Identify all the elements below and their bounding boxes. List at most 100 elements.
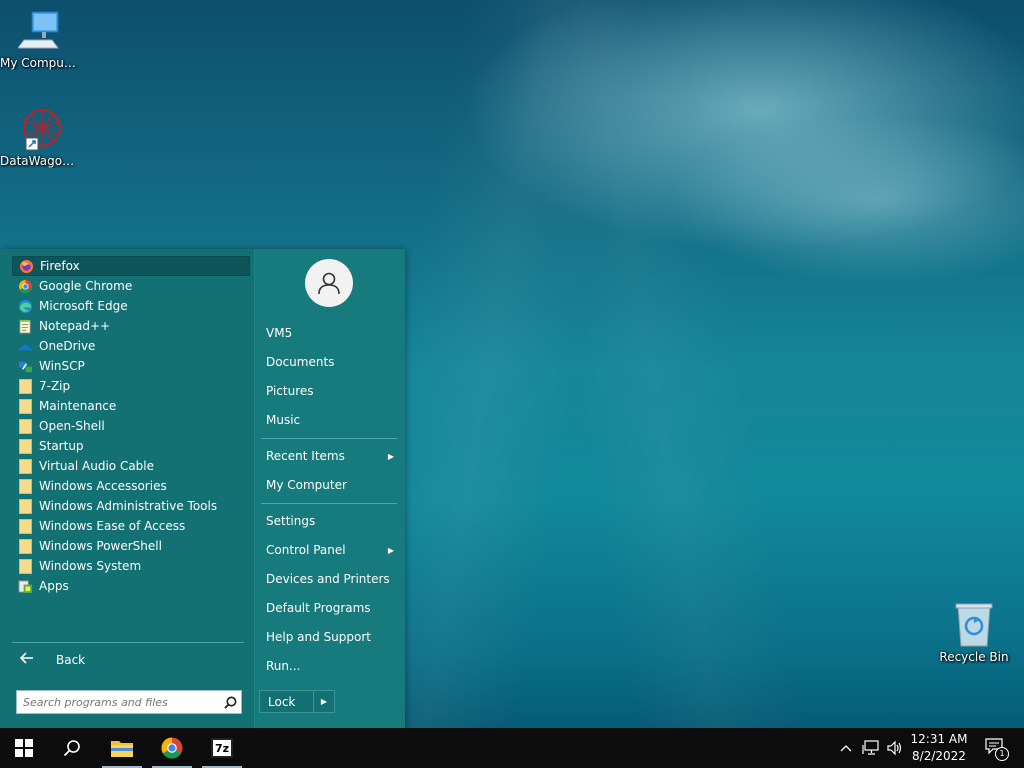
folder-icon bbox=[18, 558, 33, 574]
menu-item-user[interactable]: VM5 bbox=[266, 322, 398, 344]
menu-item-pictures[interactable]: Pictures bbox=[266, 380, 398, 402]
back-label: Back bbox=[56, 653, 86, 667]
notepad-plus-plus-icon bbox=[18, 319, 33, 334]
program-item-apps[interactable]: Apps bbox=[12, 576, 250, 596]
notification-icon: 1 bbox=[985, 738, 1009, 761]
menu-item-label: Control Panel bbox=[266, 543, 346, 557]
program-item-startup[interactable]: Startup bbox=[12, 436, 250, 456]
folder-icon bbox=[18, 478, 33, 494]
program-item-windows-ease-of-access[interactable]: Windows Ease of Access bbox=[12, 516, 250, 536]
menu-item-label: Recent Items bbox=[266, 449, 345, 463]
start-menu-programs-pane: Firefox Google Chrome Microsoft Edge Not… bbox=[0, 249, 254, 728]
folder-icon bbox=[18, 438, 33, 454]
folder-icon bbox=[18, 458, 33, 474]
lock-button-group: Lock ▶ bbox=[259, 690, 335, 713]
program-label: Virtual Audio Cable bbox=[39, 459, 155, 473]
program-label: 7-Zip bbox=[39, 379, 71, 393]
show-hidden-icons-button[interactable] bbox=[836, 728, 856, 768]
search-icon[interactable] bbox=[219, 696, 241, 709]
start-button[interactable] bbox=[0, 728, 48, 768]
back-button[interactable]: Back bbox=[12, 649, 248, 671]
chrome-icon bbox=[161, 737, 183, 759]
program-item-windows-powershell[interactable]: Windows PowerShell bbox=[12, 536, 250, 556]
program-item-firefox[interactable]: Firefox bbox=[12, 256, 250, 276]
program-item-maintenance[interactable]: Maintenance bbox=[12, 396, 250, 416]
separator bbox=[261, 438, 397, 439]
start-menu-places-pane: VM5 Documents Pictures Music Recent Item… bbox=[254, 249, 405, 728]
taskbar-7zip[interactable]: 7z bbox=[200, 728, 244, 768]
program-item-7zip[interactable]: 7-Zip bbox=[12, 376, 250, 396]
program-item-windows-administrative-tools[interactable]: Windows Administrative Tools bbox=[12, 496, 250, 516]
program-item-windows-accessories[interactable]: Windows Accessories bbox=[12, 476, 250, 496]
folder-icon bbox=[18, 498, 33, 514]
menu-item-default-programs[interactable]: Default Programs bbox=[266, 597, 398, 619]
program-label: WinSCP bbox=[39, 359, 85, 373]
program-list: Firefox Google Chrome Microsoft Edge Not… bbox=[12, 256, 250, 596]
speaker-icon bbox=[887, 740, 902, 756]
program-label: Startup bbox=[39, 439, 84, 453]
program-item-notepad-plus-plus[interactable]: Notepad++ bbox=[12, 316, 250, 336]
program-label: Windows System bbox=[39, 559, 142, 573]
separator bbox=[261, 503, 397, 504]
folder-icon bbox=[18, 418, 33, 434]
network-tray-button[interactable] bbox=[860, 728, 882, 768]
user-avatar[interactable] bbox=[305, 259, 353, 307]
computer-icon bbox=[18, 11, 59, 49]
clock-date: 8/2/2022 bbox=[912, 749, 966, 763]
program-label: Notepad++ bbox=[39, 319, 111, 333]
action-center-button[interactable]: 1 bbox=[980, 728, 1010, 768]
chrome-icon bbox=[18, 279, 33, 294]
taskbar-chrome[interactable] bbox=[150, 728, 194, 768]
chevron-right-icon: ▶ bbox=[387, 545, 394, 555]
program-label: Apps bbox=[39, 579, 69, 593]
search-input[interactable] bbox=[17, 694, 219, 710]
program-item-onedrive[interactable]: OneDrive bbox=[12, 336, 250, 356]
search-icon bbox=[63, 740, 80, 757]
program-label: Windows Accessories bbox=[39, 479, 167, 493]
menu-item-devices-and-printers[interactable]: Devices and Printers bbox=[266, 568, 398, 590]
lock-button[interactable]: Lock bbox=[260, 691, 313, 712]
menu-item-control-panel[interactable]: Control Panel ▶ bbox=[266, 539, 398, 561]
7zip-icon: 7z bbox=[211, 738, 233, 758]
menu-item-settings[interactable]: Settings bbox=[266, 510, 398, 532]
desktop-icon-label: My Computer bbox=[0, 56, 80, 70]
desktop-icon-datawagon[interactable]: DataWagon... bbox=[0, 108, 80, 168]
menu-item-documents[interactable]: Documents bbox=[266, 351, 398, 373]
program-label: Google Chrome bbox=[39, 279, 133, 293]
menu-item-help-and-support[interactable]: Help and Support bbox=[266, 626, 398, 648]
separator bbox=[12, 642, 244, 643]
desktop-icon-label: Recycle Bin bbox=[939, 650, 1009, 664]
program-item-open-shell[interactable]: Open-Shell bbox=[12, 416, 250, 436]
program-item-windows-system[interactable]: Windows System bbox=[12, 556, 250, 576]
search-box[interactable] bbox=[16, 690, 242, 714]
volume-tray-button[interactable] bbox=[884, 728, 906, 768]
menu-item-run[interactable]: Run... bbox=[266, 655, 398, 677]
clock-time: 12:31 AM bbox=[910, 732, 968, 746]
edge-icon bbox=[18, 299, 33, 314]
chevron-right-icon: ▶ bbox=[387, 451, 394, 461]
program-label: Windows Administrative Tools bbox=[39, 499, 218, 513]
search-button[interactable] bbox=[48, 728, 96, 768]
program-item-google-chrome[interactable]: Google Chrome bbox=[12, 276, 250, 296]
desktop-icon-recycle-bin[interactable]: Recycle Bin bbox=[934, 602, 1014, 664]
winscp-icon bbox=[18, 359, 33, 374]
menu-item-music[interactable]: Music bbox=[266, 409, 398, 431]
network-icon bbox=[862, 740, 879, 755]
user-icon bbox=[318, 272, 340, 295]
program-label: OneDrive bbox=[39, 339, 96, 353]
lock-options-chevron-icon[interactable]: ▶ bbox=[313, 691, 334, 712]
program-label: Maintenance bbox=[39, 399, 117, 413]
program-item-virtual-audio-cable[interactable]: Virtual Audio Cable bbox=[12, 456, 250, 476]
clock[interactable]: 12:31 AM 8/2/2022 bbox=[906, 731, 972, 765]
program-label: Microsoft Edge bbox=[39, 299, 128, 313]
program-label: Windows Ease of Access bbox=[39, 519, 186, 533]
menu-item-my-computer[interactable]: My Computer bbox=[266, 474, 398, 496]
program-item-winscp[interactable]: WinSCP bbox=[12, 356, 250, 376]
taskbar: 7z 12:31 AM 8/2/2022 1 bbox=[0, 728, 1024, 768]
program-item-microsoft-edge[interactable]: Microsoft Edge bbox=[12, 296, 250, 316]
desktop-icon-my-computer[interactable]: My Computer bbox=[0, 10, 80, 70]
menu-item-recent-items[interactable]: Recent Items ▶ bbox=[266, 445, 398, 467]
taskbar-file-explorer[interactable] bbox=[100, 728, 144, 768]
program-label: Open-Shell bbox=[39, 419, 105, 433]
folder-icon bbox=[18, 378, 33, 394]
